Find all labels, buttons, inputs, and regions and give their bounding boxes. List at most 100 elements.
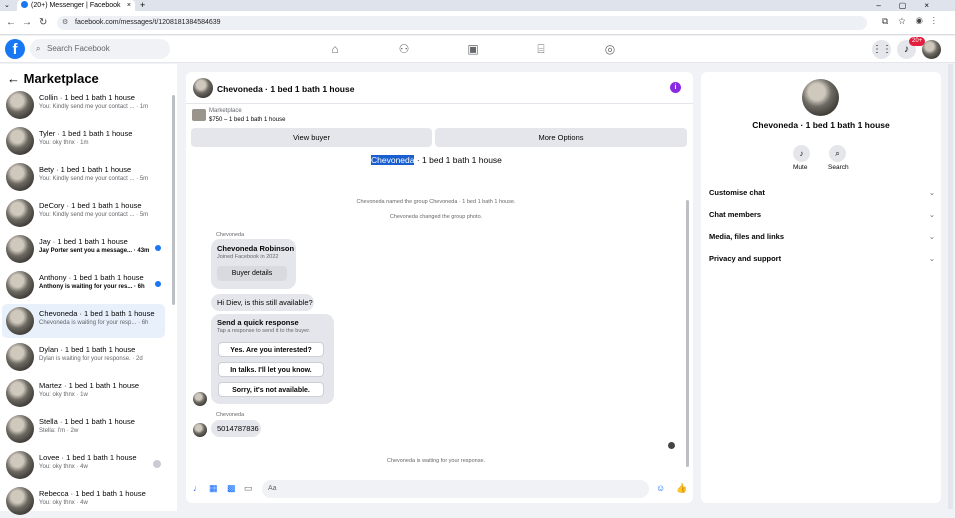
- conversation-item[interactable]: Collin · 1 bed 1 bath 1 house You: Kindly…: [2, 88, 165, 122]
- chevron-down-icon: ⌄: [928, 210, 935, 219]
- toolbar-icons[interactable]: ⧉☆◉⋮: [882, 16, 945, 27]
- forward-arrow-icon[interactable]: →: [22, 16, 32, 30]
- quick-response-button[interactable]: Yes. Are you interested?: [218, 342, 324, 357]
- conversation-avatar: [6, 271, 34, 299]
- tab-list-chevron-icon[interactable]: ⌄: [4, 0, 10, 11]
- home-icon[interactable]: ⌂: [328, 42, 342, 56]
- message-input[interactable]: Aa: [262, 480, 649, 498]
- info-icon[interactable]: i: [670, 82, 681, 93]
- emoji-icon[interactable]: ☺: [656, 483, 665, 493]
- conversation-title: Tyler · 1 bed 1 bath 1 house: [39, 129, 133, 138]
- section-label: Privacy and support: [709, 254, 782, 263]
- conversation-item[interactable]: Tyler · 1 bed 1 bath 1 house You: oky thn…: [2, 124, 165, 158]
- gaming-icon[interactable]: ◎: [603, 42, 617, 56]
- more-options-button[interactable]: More Options: [435, 128, 687, 147]
- group-title-highlight: Chevoneda: [371, 155, 415, 165]
- message-bubble: 5014787836: [211, 420, 261, 437]
- conversation-snippet: You: Kindly send me your contact ... · 5…: [39, 212, 149, 218]
- conversation-avatar: [6, 307, 34, 335]
- conversation-snippet: You: oky thnx · 1m: [39, 140, 89, 146]
- sender-name: Chevoneda: [216, 412, 245, 418]
- back-arrow-icon[interactable]: ←: [6, 16, 16, 30]
- conversation-item[interactable]: Jay · 1 bed 1 bath 1 house Jay Porter sen…: [2, 232, 165, 266]
- chat-title[interactable]: Chevoneda · 1 bed 1 bath 1 house: [217, 84, 354, 94]
- sender-avatar[interactable]: [193, 392, 207, 406]
- close-tab-icon[interactable]: ×: [127, 0, 131, 11]
- chat-members-section[interactable]: Chat members ⌄: [709, 210, 935, 219]
- conversation-item[interactable]: Rebecca · 1 bed 1 bath 1 house You: oky t…: [2, 484, 165, 518]
- conversation-title: Anthony · 1 bed 1 bath 1 house: [39, 273, 144, 282]
- quick-response-card: Send a quick response Tap a response to …: [211, 314, 334, 404]
- customise-chat-section[interactable]: Customise chat ⌄: [709, 188, 935, 197]
- sender-name: Chevoneda: [216, 232, 245, 238]
- search-label: Search: [828, 164, 849, 171]
- group-avatar[interactable]: [802, 79, 839, 116]
- mute-bell-icon[interactable]: ♪: [793, 145, 810, 162]
- conversation-snippet: You: oky thnx · 1w: [39, 392, 88, 398]
- conversation-title: Stella · 1 bed 1 bath 1 house: [39, 417, 135, 426]
- image-icon[interactable]: ▦: [209, 483, 218, 494]
- chat-panel: Chevoneda · 1 bed 1 bath 1 house i Marke…: [186, 72, 693, 503]
- media-files-section[interactable]: Media, files and links ⌄: [709, 232, 935, 241]
- conversation-snippet: You: oky thnx · 4w: [39, 500, 88, 506]
- conversation-avatar: [6, 379, 34, 407]
- conversation-item[interactable]: Dylan · 1 bed 1 bath 1 house Dylan is wai…: [2, 340, 165, 374]
- reload-icon[interactable]: ↻: [39, 16, 47, 30]
- conversation-snippet: Dylan is waiting for your response. · 2d: [39, 356, 143, 362]
- buyer-joined: Joined Facebook in 2022: [217, 254, 279, 260]
- sidebar-header: ← Marketplace: [7, 71, 99, 86]
- quick-response-button[interactable]: In talks. I'll let you know.: [218, 362, 324, 377]
- browser-tab[interactable]: (20+) Messenger | Facebook ×: [17, 0, 135, 11]
- friends-icon[interactable]: ⚇: [397, 42, 411, 56]
- conversation-item[interactable]: Bety · 1 bed 1 bath 1 house You: Kindly s…: [2, 160, 165, 194]
- group-title: Chevoneda · 1 bed 1 bath 1 house: [371, 155, 502, 165]
- search-icon[interactable]: ⌕: [829, 145, 846, 162]
- marketplace-listing-bar[interactable]: Marketplace $750 – 1 bed 1 bath 1 house: [186, 105, 693, 127]
- facebook-topbar: f ⌕ Search Facebook ⌂ ⚇ ▣ ⌸ ◎ ⋮⋮ ♪ 20+: [0, 36, 955, 63]
- listing-label: Marketplace: [209, 108, 242, 114]
- menu-grid-icon[interactable]: ⋮⋮: [872, 40, 892, 59]
- address-bar[interactable]: ⚙ facebook.com/messages/t/12081813845846…: [57, 16, 867, 30]
- chat-avatar[interactable]: [193, 78, 213, 98]
- sticker-icon[interactable]: ▩: [227, 483, 236, 494]
- conversation-avatar: [6, 199, 34, 227]
- sidebar-scrollbar[interactable]: [172, 95, 175, 305]
- search-input[interactable]: ⌕ Search Facebook: [30, 39, 170, 59]
- buyer-name: Chevoneda Robinson: [217, 244, 295, 253]
- conversation-item[interactable]: Martez · 1 bed 1 bath 1 house You: oky th…: [2, 376, 165, 410]
- gif-icon[interactable]: ▭: [244, 483, 253, 494]
- waiting-notice: Chevoneda is waiting for your response.: [386, 458, 486, 464]
- back-arrow-icon[interactable]: ←: [7, 71, 24, 86]
- like-icon[interactable]: 👍: [676, 483, 687, 494]
- quick-response-button[interactable]: Sorry, it's not available.: [218, 382, 324, 397]
- mute-label: Mute: [793, 164, 808, 171]
- chevron-down-icon: ⌄: [928, 232, 935, 241]
- sender-avatar[interactable]: [193, 423, 207, 437]
- new-tab-icon[interactable]: +: [140, 0, 145, 11]
- conversation-item[interactable]: Chevoneda · 1 bed 1 bath 1 house Chevoned…: [2, 304, 165, 338]
- marketplace-icon[interactable]: ⌸: [534, 42, 548, 56]
- privacy-support-section[interactable]: Privacy and support ⌄: [709, 254, 935, 263]
- chat-details-panel: Chevoneda · 1 bed 1 bath 1 house ♪ ⌕ Mut…: [701, 72, 941, 503]
- section-label: Media, files and links: [709, 232, 785, 241]
- page-scrollbar[interactable]: [948, 64, 953, 509]
- conversation-item[interactable]: Lovee · 1 bed 1 bath 1 house You: oky thn…: [2, 448, 165, 482]
- watch-icon[interactable]: ▣: [466, 42, 480, 56]
- unread-dot-icon: [155, 281, 161, 287]
- view-buyer-button[interactable]: View buyer: [191, 128, 432, 147]
- facebook-logo-icon[interactable]: f: [5, 39, 25, 59]
- buyer-details-button[interactable]: Buyer details: [217, 266, 287, 281]
- microphone-icon[interactable]: ♩: [193, 483, 202, 493]
- conversation-snippet: Jay Porter sent you a message... · 43m: [39, 248, 150, 254]
- profile-avatar[interactable]: [922, 40, 941, 59]
- conversation-title: Rebecca · 1 bed 1 bath 1 house: [39, 489, 146, 498]
- site-info-icon[interactable]: ⚙: [62, 16, 68, 30]
- chat-scrollbar[interactable]: [686, 200, 689, 467]
- conversation-snippet: You: Kindly send me your contact ... · 1…: [39, 104, 149, 110]
- seen-avatar-icon: [153, 460, 161, 468]
- conversation-item[interactable]: DeCory · 1 bed 1 bath 1 house You: Kindly…: [2, 196, 165, 230]
- conversation-snippet: You: Kindly send me your contact ... · 5…: [39, 176, 149, 182]
- conversation-item[interactable]: Anthony · 1 bed 1 bath 1 house Anthony is…: [2, 268, 165, 302]
- conversation-item[interactable]: Stella · 1 bed 1 bath 1 house Stella: I'm…: [2, 412, 165, 446]
- window-controls[interactable]: –▢×: [876, 0, 947, 11]
